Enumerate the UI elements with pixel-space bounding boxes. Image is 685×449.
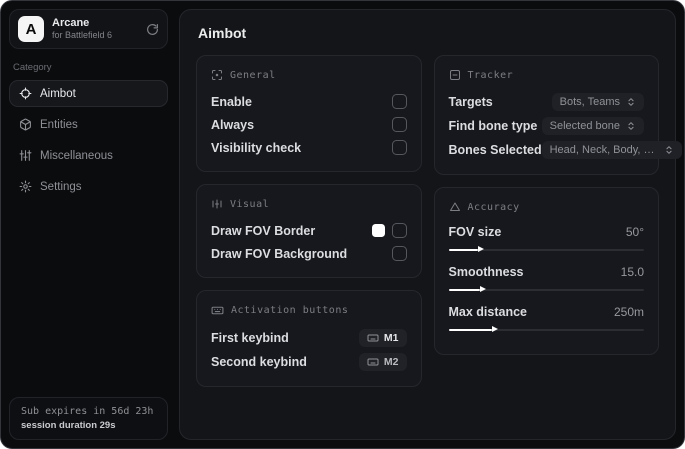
draw-fov-border-checkbox[interactable] (391, 223, 407, 238)
sidebar-item-settings[interactable]: Settings (9, 173, 168, 200)
crosshair-icon (19, 87, 32, 100)
enable-checkbox[interactable] (391, 94, 407, 109)
setting-row-always: Always (211, 113, 407, 136)
setting-row-draw-fov-border: Draw FOV Border (211, 219, 407, 242)
setting-row-draw-fov-background: Draw FOV Background (211, 242, 407, 265)
setting-label: Find bone type (448, 119, 538, 133)
setting-label: Enable (211, 94, 252, 109)
content-panel: Aimbot General Enable Always Visibility … (179, 9, 682, 440)
smoothness-value: 15.0 (620, 265, 644, 279)
keybind-value: M2 (383, 356, 399, 368)
right-column: Tracker Targets Bots, Teams Find bone ty… (433, 55, 682, 355)
box-minus-icon (449, 69, 461, 81)
keyboard-icon (367, 332, 379, 344)
setting-row-bones-selected: Bones Selected Head, Neck, Body, Pe... (448, 138, 682, 162)
setting-label: Targets (448, 95, 493, 109)
chevrons-up-down-icon (626, 97, 636, 107)
tracker-card: Tracker Targets Bots, Teams Find bone ty… (433, 55, 682, 175)
sidebar-item-label: Aimbot (40, 87, 76, 100)
keyboard-icon (367, 356, 379, 368)
app-name: Arcane (52, 16, 90, 29)
accuracy-card: Accuracy FOV size 50° Smoothness 15.0 Ma… (433, 187, 659, 355)
setting-label: Draw FOV Background (211, 246, 348, 261)
sidebar-item-entities[interactable]: Entities (9, 111, 168, 138)
setting-row-visibility-check: Visibility check (211, 136, 407, 159)
sidebar-item-label: Settings (40, 180, 82, 193)
main-area: Aimbot General Enable Always Visibility … (176, 1, 684, 448)
category-label: Category (13, 62, 52, 73)
sidebar-item-label: Entities (40, 118, 78, 131)
always-checkbox[interactable] (391, 117, 407, 132)
triangle-icon (449, 201, 461, 213)
draw-fov-background-checkbox[interactable] (391, 246, 407, 261)
app-header-card: A Arcane for Battlefield 6 (9, 9, 168, 49)
setting-row-smoothness: Smoothness 15.0 (448, 262, 644, 294)
fov-size-value: 50° (625, 225, 644, 239)
first-keybind-button[interactable]: M1 (358, 329, 407, 347)
setting-row-second-keybind: Second keybind M2 (211, 350, 407, 374)
dropdown-value: Head, Neck, Body, Pe... (549, 144, 658, 156)
keyboard-icon (211, 304, 224, 317)
setting-row-fov-size: FOV size 50° (448, 222, 644, 254)
activation-buttons-card: Activation buttons First keybind M1 Seco… (196, 290, 422, 387)
sidebar-item-label: Miscellaneous (40, 149, 113, 162)
setting-row-find-bone-type: Find bone type Selected bone (448, 114, 644, 138)
max-distance-value: 250m (613, 305, 644, 319)
sidebar-nav: Aimbot Entities Miscellaneous Settings (9, 80, 168, 200)
chevrons-up-down-icon (664, 145, 674, 155)
setting-row-targets: Targets Bots, Teams (448, 90, 644, 114)
max-distance-slider[interactable] (448, 325, 644, 334)
sliders-icon (211, 198, 223, 210)
setting-label: FOV size (448, 225, 502, 239)
chevrons-up-down-icon (626, 121, 636, 131)
targets-dropdown[interactable]: Bots, Teams (551, 93, 644, 111)
setting-label: First keybind (211, 331, 289, 345)
setting-label: Max distance (448, 305, 528, 319)
keybind-value: M1 (383, 332, 399, 344)
scan-target-icon (211, 69, 223, 81)
page-title: Aimbot (198, 25, 247, 41)
visual-card: Visual Draw FOV Border Draw FOV Backgrou… (196, 184, 422, 278)
refresh-icon[interactable] (146, 23, 159, 36)
setting-row-enable: Enable (211, 90, 407, 113)
sidebar-item-aimbot[interactable]: Aimbot (9, 80, 168, 107)
find-bone-type-dropdown[interactable]: Selected bone (541, 117, 644, 135)
setting-label: Smoothness (448, 265, 524, 279)
dropdown-value: Bots, Teams (559, 96, 620, 108)
app-subtitle: for Battlefield 6 (52, 29, 113, 40)
dropdown-value: Selected bone (549, 120, 620, 132)
fov-border-color-swatch[interactable] (371, 224, 385, 237)
card-title-text: Activation buttons (231, 305, 349, 316)
card-title-text: Accuracy (467, 201, 520, 213)
grid-icon (19, 149, 32, 162)
card-title-text: Visual (230, 198, 270, 210)
smoothness-slider[interactable] (448, 285, 644, 294)
session-duration-text: session duration 29s (21, 420, 116, 431)
left-column: General Enable Always Visibility check V… (196, 55, 422, 387)
app-logo: A (18, 16, 44, 42)
setting-row-max-distance: Max distance 250m (448, 302, 644, 334)
app-title-block: Arcane for Battlefield 6 (52, 17, 138, 41)
card-title-text: General (230, 69, 276, 81)
setting-label: Always (211, 117, 255, 132)
setting-label: Bones Selected (448, 143, 542, 157)
visibility-check-checkbox[interactable] (391, 140, 407, 155)
fov-size-slider[interactable] (448, 245, 644, 254)
sub-expiry-text: Sub expires in 56d 23h (21, 406, 154, 417)
sidebar: A Arcane for Battlefield 6 Category Aimb… (1, 1, 176, 448)
second-keybind-button[interactable]: M2 (358, 353, 407, 371)
card-title-text: Tracker (467, 69, 514, 81)
general-card: General Enable Always Visibility check (196, 55, 422, 172)
sidebar-item-miscellaneous[interactable]: Miscellaneous (9, 142, 168, 169)
setting-label: Draw FOV Border (211, 223, 316, 238)
app-window: A Arcane for Battlefield 6 Category Aimb… (0, 0, 685, 449)
setting-row-first-keybind: First keybind M1 (211, 326, 407, 350)
bones-selected-dropdown[interactable]: Head, Neck, Body, Pe... (541, 141, 682, 159)
setting-label: Second keybind (211, 355, 307, 369)
cube-icon (19, 118, 32, 131)
gear-icon (19, 180, 32, 193)
subscription-info-card: Sub expires in 56d 23h session duration … (9, 397, 168, 440)
setting-label: Visibility check (211, 140, 302, 155)
